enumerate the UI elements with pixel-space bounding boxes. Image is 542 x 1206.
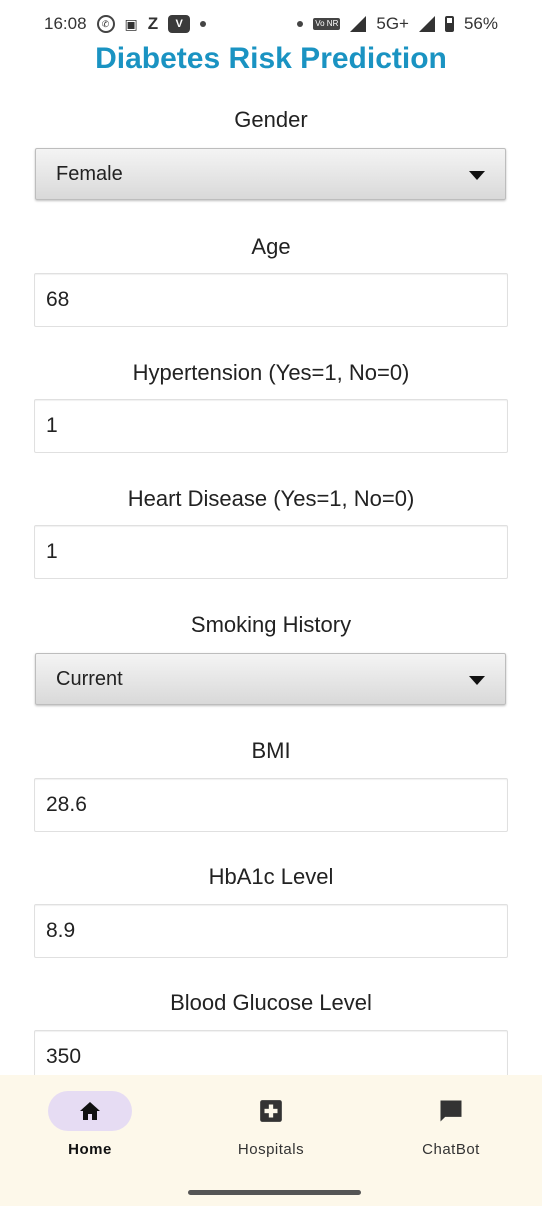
nav-chatbot-label: ChatBot — [422, 1141, 480, 1158]
gender-select[interactable]: Female — [35, 148, 506, 200]
hospital-icon — [260, 1100, 282, 1122]
nav-home[interactable]: Home — [0, 1091, 180, 1158]
gender-selected-value: Female — [56, 162, 123, 185]
dropdown-arrow-icon — [469, 676, 485, 685]
gender-label: Gender — [234, 107, 308, 132]
age-label: Age — [251, 234, 291, 259]
bmi-label: BMI — [251, 738, 291, 763]
page-title: Diabetes Risk Prediction — [95, 42, 447, 75]
dropdown-arrow-icon — [469, 171, 485, 180]
home-icon — [80, 1102, 100, 1120]
hypertension-input[interactable]: 1 — [34, 399, 508, 453]
gesture-home-bar[interactable] — [188, 1190, 361, 1195]
bmi-input[interactable]: 28.6 — [34, 778, 508, 832]
nav-hospitals-label: Hospitals — [237, 1141, 305, 1158]
smoking-history-label: Smoking History — [190, 612, 352, 637]
hba1c-input[interactable]: 8.9 — [34, 904, 508, 958]
nav-home-indicator — [48, 1091, 132, 1131]
nav-chatbot[interactable]: ChatBot — [361, 1091, 541, 1158]
bottom-navigation: Home Hospitals ChatBot — [0, 1075, 542, 1206]
heart-disease-label: Heart Disease (Yes=1, No=0) — [127, 486, 415, 511]
nav-hospitals[interactable]: Hospitals — [181, 1091, 361, 1158]
nav-hospitals-indicator — [229, 1091, 313, 1131]
smoking-history-select[interactable]: Current — [35, 653, 506, 705]
age-input[interactable]: 68 — [34, 273, 508, 327]
blood-glucose-label: Blood Glucose Level — [170, 990, 372, 1015]
hba1c-label: HbA1c Level — [208, 864, 334, 889]
nav-chatbot-indicator — [409, 1091, 493, 1131]
smoking-selected-value: Current — [56, 667, 123, 690]
blood-glucose-input[interactable]: 350 — [34, 1030, 508, 1075]
hypertension-label: Hypertension (Yes=1, No=0) — [132, 360, 410, 385]
form-scroll-area[interactable]: Diabetes Risk Prediction Gender Female A… — [0, 0, 542, 1075]
nav-home-label: Home — [68, 1141, 112, 1158]
heart-disease-input[interactable]: 1 — [34, 525, 508, 579]
chat-icon — [440, 1100, 462, 1122]
